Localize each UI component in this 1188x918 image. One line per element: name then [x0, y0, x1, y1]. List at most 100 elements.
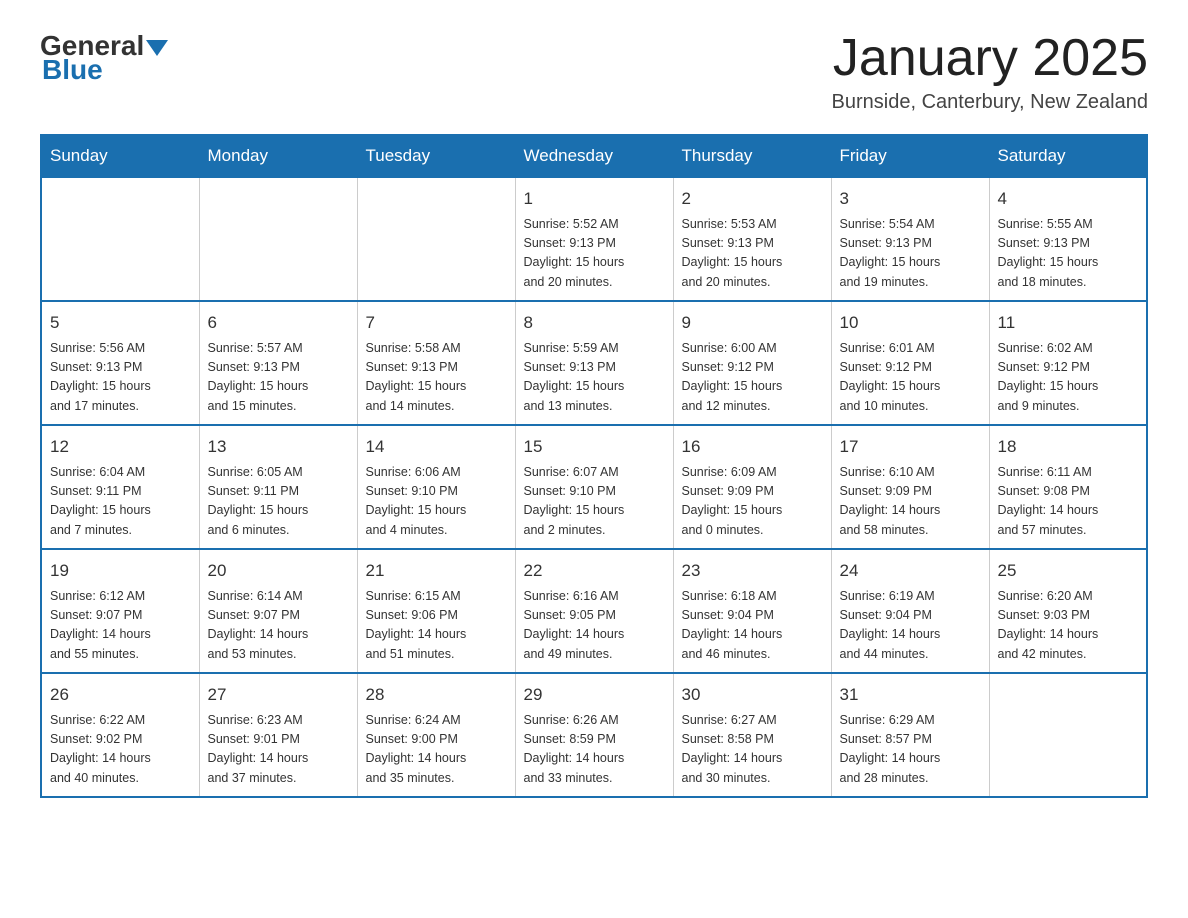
day-number: 13: [208, 434, 349, 460]
day-number: 4: [998, 186, 1139, 212]
day-number: 24: [840, 558, 981, 584]
day-number: 31: [840, 682, 981, 708]
day-info: Sunrise: 5:55 AMSunset: 9:13 PMDaylight:…: [998, 215, 1139, 293]
day-number: 10: [840, 310, 981, 336]
calendar-header-tuesday: Tuesday: [357, 135, 515, 177]
logo-blue-text: Blue: [42, 54, 103, 86]
day-number: 20: [208, 558, 349, 584]
day-number: 6: [208, 310, 349, 336]
calendar-week-row: 12 Sunrise: 6:04 AMSunset: 9:11 PMDayligh…: [41, 425, 1147, 549]
calendar-cell: 11 Sunrise: 6:02 AMSunset: 9:12 PMDayligh…: [989, 301, 1147, 425]
calendar-cell: 24 Sunrise: 6:19 AMSunset: 9:04 PMDayligh…: [831, 549, 989, 673]
calendar-week-row: 19Sunrise: 6:12 AMSunset: 9:07 PMDayligh…: [41, 549, 1147, 673]
day-info: Sunrise: 6:05 AMSunset: 9:11 PMDaylight:…: [208, 463, 349, 541]
day-number: 21: [366, 558, 507, 584]
day-info: Sunrise: 6:09 AMSunset: 9:09 PMDaylight:…: [682, 463, 823, 541]
logo-triangle-icon: [146, 36, 168, 58]
calendar-cell: 19Sunrise: 6:12 AMSunset: 9:07 PMDayligh…: [41, 549, 199, 673]
day-info: Sunrise: 5:52 AMSunset: 9:13 PMDaylight:…: [524, 215, 665, 293]
calendar-cell: [989, 673, 1147, 797]
day-info: Sunrise: 6:00 AMSunset: 9:12 PMDaylight:…: [682, 339, 823, 417]
day-number: 25: [998, 558, 1139, 584]
day-info: Sunrise: 5:54 AMSunset: 9:13 PMDaylight:…: [840, 215, 981, 293]
day-info: Sunrise: 5:53 AMSunset: 9:13 PMDaylight:…: [682, 215, 823, 293]
calendar-cell: 17 Sunrise: 6:10 AMSunset: 9:09 PMDayligh…: [831, 425, 989, 549]
day-info: Sunrise: 6:19 AMSunset: 9:04 PMDaylight:…: [840, 587, 981, 665]
day-number: 16: [682, 434, 823, 460]
day-info: Sunrise: 6:10 AMSunset: 9:09 PMDaylight:…: [840, 463, 981, 541]
calendar-cell: 12 Sunrise: 6:04 AMSunset: 9:11 PMDayligh…: [41, 425, 199, 549]
day-number: 15: [524, 434, 665, 460]
calendar-header-row: SundayMondayTuesdayWednesdayThursdayFrid…: [41, 135, 1147, 177]
day-info: Sunrise: 6:29 AMSunset: 8:57 PMDaylight:…: [840, 711, 981, 789]
day-number: 12: [50, 434, 191, 460]
calendar-cell: [41, 177, 199, 301]
calendar-cell: 31 Sunrise: 6:29 AMSunset: 8:57 PMDayligh…: [831, 673, 989, 797]
day-info: Sunrise: 6:14 AMSunset: 9:07 PMDaylight:…: [208, 587, 349, 665]
day-info: Sunrise: 6:16 AMSunset: 9:05 PMDaylight:…: [524, 587, 665, 665]
day-number: 9: [682, 310, 823, 336]
day-number: 5: [50, 310, 191, 336]
calendar-cell: 7 Sunrise: 5:58 AMSunset: 9:13 PMDaylight…: [357, 301, 515, 425]
calendar-cell: 1 Sunrise: 5:52 AMSunset: 9:13 PMDaylight…: [515, 177, 673, 301]
day-info: Sunrise: 6:06 AMSunset: 9:10 PMDaylight:…: [366, 463, 507, 541]
calendar-cell: 15 Sunrise: 6:07 AMSunset: 9:10 PMDayligh…: [515, 425, 673, 549]
calendar-header-monday: Monday: [199, 135, 357, 177]
calendar-header-wednesday: Wednesday: [515, 135, 673, 177]
day-number: 2: [682, 186, 823, 212]
calendar-cell: 14 Sunrise: 6:06 AMSunset: 9:10 PMDayligh…: [357, 425, 515, 549]
calendar-cell: 6 Sunrise: 5:57 AMSunset: 9:13 PMDaylight…: [199, 301, 357, 425]
calendar-header-sunday: Sunday: [41, 135, 199, 177]
calendar-week-row: 1 Sunrise: 5:52 AMSunset: 9:13 PMDaylight…: [41, 177, 1147, 301]
calendar-cell: 13 Sunrise: 6:05 AMSunset: 9:11 PMDayligh…: [199, 425, 357, 549]
day-number: 7: [366, 310, 507, 336]
calendar-cell: 20 Sunrise: 6:14 AMSunset: 9:07 PMDayligh…: [199, 549, 357, 673]
calendar-header-thursday: Thursday: [673, 135, 831, 177]
month-title: January 2025: [832, 30, 1148, 87]
day-number: 23: [682, 558, 823, 584]
calendar-cell: [199, 177, 357, 301]
calendar-cell: 25Sunrise: 6:20 AMSunset: 9:03 PMDayligh…: [989, 549, 1147, 673]
page-header: General Blue January 2025 Burnside, Cant…: [40, 30, 1148, 114]
calendar-cell: 28Sunrise: 6:24 AMSunset: 9:00 PMDayligh…: [357, 673, 515, 797]
day-info: Sunrise: 6:07 AMSunset: 9:10 PMDaylight:…: [524, 463, 665, 541]
title-area: January 2025 Burnside, Canterbury, New Z…: [832, 30, 1148, 114]
calendar-cell: 16 Sunrise: 6:09 AMSunset: 9:09 PMDayligh…: [673, 425, 831, 549]
day-number: 18: [998, 434, 1139, 460]
day-info: Sunrise: 5:57 AMSunset: 9:13 PMDaylight:…: [208, 339, 349, 417]
calendar-cell: 30Sunrise: 6:27 AMSunset: 8:58 PMDayligh…: [673, 673, 831, 797]
day-info: Sunrise: 6:27 AMSunset: 8:58 PMDaylight:…: [682, 711, 823, 789]
day-info: Sunrise: 5:59 AMSunset: 9:13 PMDaylight:…: [524, 339, 665, 417]
day-info: Sunrise: 6:04 AMSunset: 9:11 PMDaylight:…: [50, 463, 191, 541]
day-info: Sunrise: 5:56 AMSunset: 9:13 PMDaylight:…: [50, 339, 191, 417]
calendar-cell: 22 Sunrise: 6:16 AMSunset: 9:05 PMDayligh…: [515, 549, 673, 673]
day-info: Sunrise: 6:26 AMSunset: 8:59 PMDaylight:…: [524, 711, 665, 789]
day-number: 17: [840, 434, 981, 460]
day-number: 29: [524, 682, 665, 708]
calendar-cell: 10 Sunrise: 6:01 AMSunset: 9:12 PMDayligh…: [831, 301, 989, 425]
day-info: Sunrise: 6:15 AMSunset: 9:06 PMDaylight:…: [366, 587, 507, 665]
calendar-cell: 18Sunrise: 6:11 AMSunset: 9:08 PMDayligh…: [989, 425, 1147, 549]
day-number: 19: [50, 558, 191, 584]
day-info: Sunrise: 6:23 AMSunset: 9:01 PMDaylight:…: [208, 711, 349, 789]
day-number: 14: [366, 434, 507, 460]
calendar-cell: 23Sunrise: 6:18 AMSunset: 9:04 PMDayligh…: [673, 549, 831, 673]
day-number: 28: [366, 682, 507, 708]
calendar-cell: 9 Sunrise: 6:00 AMSunset: 9:12 PMDaylight…: [673, 301, 831, 425]
day-number: 3: [840, 186, 981, 212]
day-number: 8: [524, 310, 665, 336]
day-number: 22: [524, 558, 665, 584]
day-info: Sunrise: 6:02 AMSunset: 9:12 PMDaylight:…: [998, 339, 1139, 417]
calendar-cell: 4 Sunrise: 5:55 AMSunset: 9:13 PMDaylight…: [989, 177, 1147, 301]
calendar-cell: 21 Sunrise: 6:15 AMSunset: 9:06 PMDayligh…: [357, 549, 515, 673]
day-number: 11: [998, 310, 1139, 336]
day-info: Sunrise: 6:01 AMSunset: 9:12 PMDaylight:…: [840, 339, 981, 417]
day-info: Sunrise: 5:58 AMSunset: 9:13 PMDaylight:…: [366, 339, 507, 417]
day-number: 1: [524, 186, 665, 212]
calendar-cell: 5 Sunrise: 5:56 AMSunset: 9:13 PMDaylight…: [41, 301, 199, 425]
location-subtitle: Burnside, Canterbury, New Zealand: [832, 91, 1148, 114]
calendar-week-row: 26Sunrise: 6:22 AMSunset: 9:02 PMDayligh…: [41, 673, 1147, 797]
logo: General Blue: [40, 30, 168, 86]
calendar-cell: 8 Sunrise: 5:59 AMSunset: 9:13 PMDaylight…: [515, 301, 673, 425]
day-number: 26: [50, 682, 191, 708]
